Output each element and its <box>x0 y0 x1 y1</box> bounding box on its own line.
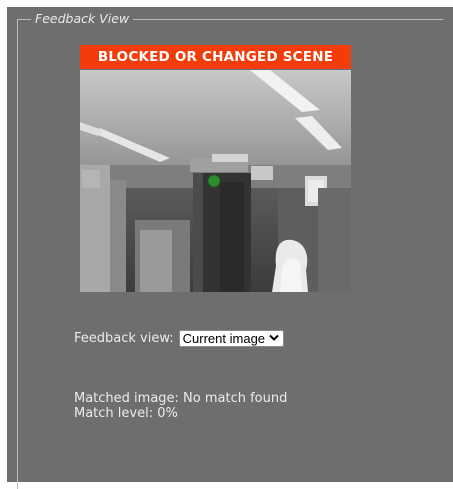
feedback-view-row: Feedback view: Current image <box>74 328 285 348</box>
feedback-view-selected-value: Current image <box>182 330 266 346</box>
feedback-view-label: Feedback view: <box>74 330 174 346</box>
scene-alert-banner: BLOCKED OR CHANGED SCENE <box>80 45 351 69</box>
feedback-view-select[interactable]: Current image <box>178 329 285 347</box>
matched-image-text: Matched image: No match found <box>74 391 288 406</box>
fieldset-legend: Feedback View <box>31 10 134 27</box>
camera-feed-image <box>80 70 351 292</box>
match-level-text: Match level: 0% <box>74 406 178 421</box>
chevron-down-icon <box>269 334 279 342</box>
